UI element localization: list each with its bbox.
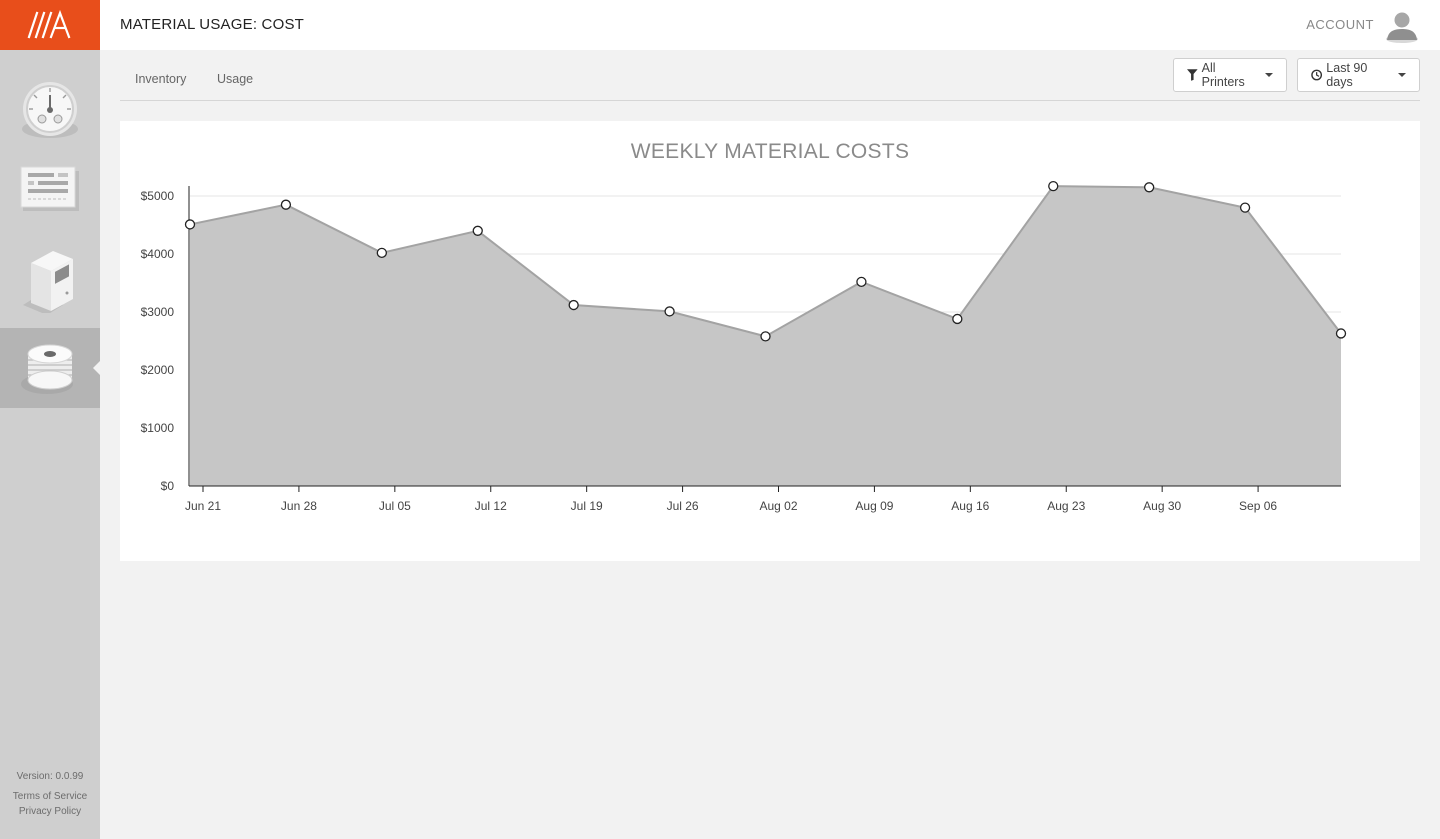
top-header: MATERIAL USAGE: COST ACCOUNT xyxy=(100,0,1440,50)
sidebar-item-printers[interactable] xyxy=(0,238,100,318)
app-logo[interactable] xyxy=(0,0,100,50)
chart-panel: WEEKLY MATERIAL COSTS $0 $1000 $2000 $3000 $… xyxy=(120,121,1420,561)
x-tick-label: Jul 19 xyxy=(571,499,603,513)
printer-filter-button[interactable]: All Printers xyxy=(1173,58,1287,92)
filter-icon xyxy=(1187,69,1198,81)
x-tick-label: Aug 30 xyxy=(1143,499,1181,513)
x-tick-label: Jul 12 xyxy=(475,499,507,513)
y-tick-label: $2000 xyxy=(141,363,175,377)
printer-icon xyxy=(23,251,73,313)
date-range-button[interactable]: Last 90 days xyxy=(1297,58,1420,92)
sub-nav: Inventory Usage All Printers Last 90 day… xyxy=(120,50,1420,101)
clock-icon xyxy=(1311,69,1323,81)
x-tick-label: Aug 09 xyxy=(855,499,893,513)
date-range-label: Last 90 days xyxy=(1326,61,1368,89)
gauge-icon xyxy=(22,82,78,138)
y-tick-label: $3000 xyxy=(141,305,175,319)
weekly-cost-chart: $0 $1000 $2000 $3000 $4000 $5000 Jun 21 Jun 28 J… xyxy=(141,180,1347,513)
x-tick-label: Aug 02 xyxy=(759,499,797,513)
privacy-link[interactable]: Privacy Policy xyxy=(0,804,100,819)
sidebar: Version: 0.0.99 Terms of Service Privacy… xyxy=(0,0,100,839)
logo-icon xyxy=(27,9,71,39)
x-tick-label: Sep 06 xyxy=(1239,499,1277,513)
terms-link[interactable]: Terms of Service xyxy=(0,789,100,804)
y-tick-label: $1000 xyxy=(141,421,175,435)
data-point[interactable] xyxy=(1048,180,1059,192)
data-point[interactable] xyxy=(760,331,771,342)
x-tick-label: Jun 28 xyxy=(281,499,317,513)
x-tick-label: Jul 05 xyxy=(379,499,411,513)
chevron-down-icon xyxy=(1398,73,1406,77)
sidebar-item-jobs[interactable] xyxy=(0,150,100,230)
y-tick-label: $0 xyxy=(161,479,175,493)
data-point[interactable] xyxy=(1335,328,1347,339)
sidebar-item-dashboard[interactable] xyxy=(0,70,100,150)
x-tick-label: Jul 26 xyxy=(667,499,699,513)
y-tick-label: $4000 xyxy=(141,247,175,261)
avatar-icon[interactable] xyxy=(1384,9,1420,43)
data-point[interactable] xyxy=(568,299,579,311)
data-point[interactable] xyxy=(856,276,867,287)
chevron-down-icon xyxy=(1265,73,1273,77)
x-tick-label: Aug 23 xyxy=(1047,499,1085,513)
tab-usage[interactable]: Usage xyxy=(217,72,253,86)
sidebar-item-materials[interactable] xyxy=(0,328,100,408)
x-tick-label: Aug 16 xyxy=(951,499,989,513)
x-tick-label: Jun 21 xyxy=(185,499,221,513)
data-point[interactable] xyxy=(664,306,675,317)
account-link[interactable]: ACCOUNT xyxy=(1306,17,1374,32)
data-point[interactable] xyxy=(1144,182,1155,193)
tab-inventory[interactable]: Inventory xyxy=(135,72,186,86)
data-point[interactable] xyxy=(280,199,292,210)
version-label: Version: 0.0.99 xyxy=(16,771,84,782)
data-point[interactable] xyxy=(472,225,483,236)
data-point[interactable] xyxy=(184,219,196,230)
data-point[interactable] xyxy=(1239,202,1251,213)
sidebar-footer: Version: 0.0.99 Terms of Service Privacy… xyxy=(0,769,100,819)
document-list-icon xyxy=(20,166,79,211)
data-point[interactable] xyxy=(952,313,963,325)
spool-icon xyxy=(21,344,73,394)
printer-filter-label: All Printers xyxy=(1201,61,1245,89)
page-title: MATERIAL USAGE: COST xyxy=(120,16,305,33)
data-point[interactable] xyxy=(376,247,387,258)
y-tick-label: $5000 xyxy=(141,189,175,203)
